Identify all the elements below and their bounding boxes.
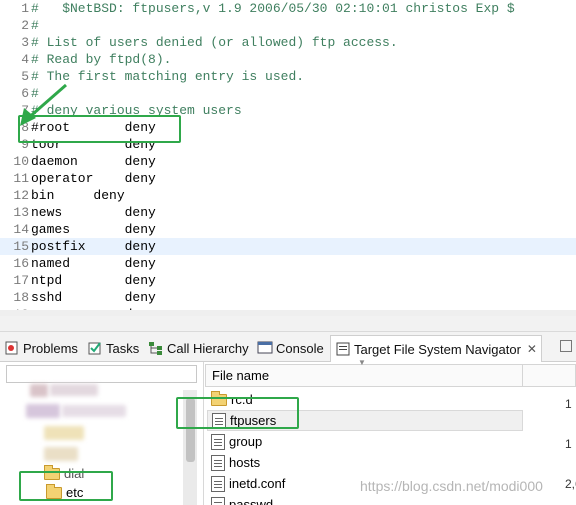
- line-text: # $NetBSD: ftpusers,v 1.9 2006/05/30 02:…: [31, 1, 515, 16]
- file-icon: [211, 496, 225, 505]
- sort-indicator-icon: ▼: [358, 358, 366, 367]
- editor-line[interactable]: 15 postfix deny: [0, 238, 576, 255]
- line-text: operator deny: [31, 171, 156, 186]
- blurred-tree-item: [26, 404, 60, 418]
- minimize-button[interactable]: [560, 340, 572, 352]
- file-name: inetd.conf: [229, 476, 286, 491]
- problems-icon: [4, 340, 20, 356]
- line-text: games deny: [31, 222, 156, 237]
- line-text: named deny: [31, 256, 156, 271]
- file-icon: [211, 433, 225, 450]
- line-text: #: [31, 18, 39, 33]
- view-tab-bar: Problems Tasks Call Hierarchy Console Ta…: [0, 332, 576, 362]
- file-name: passwd: [229, 497, 274, 505]
- text-editor[interactable]: 1 # $NetBSD: ftpusers,v 1.9 2006/05/30 02…: [0, 0, 576, 316]
- line-number: 12: [13, 188, 29, 203]
- tab-label: Tasks: [106, 340, 140, 356]
- console-icon: [257, 340, 273, 356]
- line-text: # List of users denied (or allowed) ftp …: [31, 35, 398, 50]
- line-text: news deny: [31, 205, 156, 220]
- editor-line[interactable]: 5 # The first matching entry is used.: [0, 68, 576, 85]
- tree-filter-input[interactable]: [6, 365, 197, 383]
- column-header-file-name[interactable]: File name: [205, 364, 523, 387]
- line-number: 3: [21, 35, 29, 50]
- editor-line[interactable]: 11 operator deny: [0, 170, 576, 187]
- file-name: group: [229, 434, 263, 449]
- side-value: 2,6: [565, 477, 576, 491]
- column-header-extra[interactable]: [523, 364, 576, 387]
- line-number: 15: [13, 239, 29, 254]
- file-row[interactable]: group: [207, 431, 523, 452]
- line-number: 14: [13, 222, 29, 237]
- line-number: 18: [13, 290, 29, 305]
- line-text: postfix deny: [31, 239, 156, 254]
- line-number: 5: [21, 69, 29, 84]
- highlight-box-ftpusers: [176, 397, 299, 429]
- editor-line[interactable]: 2 #: [0, 17, 576, 34]
- line-text: ntpd deny: [31, 273, 156, 288]
- tasks-icon: [87, 340, 103, 356]
- blurred-tree-item: [44, 426, 84, 440]
- editor-line[interactable]: 10 daemon deny: [0, 153, 576, 170]
- blurred-tree-item: [62, 405, 126, 417]
- editor-line[interactable]: 13 news deny: [0, 204, 576, 221]
- file-row[interactable]: passwd: [207, 494, 523, 505]
- highlight-box-root-line: [18, 115, 181, 143]
- line-number: 17: [13, 273, 29, 288]
- side-value: 1: [565, 437, 572, 451]
- line-number: 2: [21, 18, 29, 33]
- line-text: # Read by ftpd(8).: [31, 52, 172, 67]
- editor-line[interactable]: 17 ntpd deny: [0, 272, 576, 289]
- line-number: 4: [21, 52, 29, 67]
- editor-line[interactable]: 18 sshd deny: [0, 289, 576, 306]
- editor-line[interactable]: 16 named deny: [0, 255, 576, 272]
- blurred-tree-item: [30, 384, 48, 397]
- line-number: 1: [21, 1, 29, 16]
- highlight-box-etc: [19, 471, 113, 501]
- navigator-icon: [335, 341, 351, 357]
- line-number: 11: [13, 171, 29, 186]
- blurred-tree-item: [50, 384, 98, 396]
- view-sash[interactable]: [0, 316, 576, 332]
- editor-line[interactable]: 6 #: [0, 85, 576, 102]
- tab-label: Problems: [23, 340, 78, 356]
- file-icon: [211, 475, 225, 492]
- editor-line[interactable]: 12 bin deny: [0, 187, 576, 204]
- line-text: sshd deny: [31, 290, 156, 305]
- close-icon[interactable]: ✕: [527, 342, 537, 356]
- line-number: 16: [13, 256, 29, 271]
- tab-tasks[interactable]: Tasks: [87, 336, 139, 360]
- editor-line[interactable]: 1 # $NetBSD: ftpusers,v 1.9 2006/05/30 02…: [0, 0, 576, 17]
- line-number: 10: [13, 154, 29, 169]
- editor-line[interactable]: 3 # List of users denied (or allowed) ftp…: [0, 34, 576, 51]
- line-text: # The first matching entry is used.: [31, 69, 305, 84]
- tab-label: Console: [276, 340, 324, 356]
- side-value: 1: [565, 397, 572, 411]
- file-icon: [211, 454, 225, 471]
- file-name: hosts: [229, 455, 261, 470]
- file-row[interactable]: hosts: [207, 452, 523, 473]
- tab-label: Call Hierarchy: [167, 340, 249, 356]
- line-text: #: [31, 86, 39, 101]
- tab-problems[interactable]: Problems: [4, 336, 78, 360]
- tab-call-hierarchy[interactable]: Call Hierarchy: [148, 336, 249, 360]
- line-number: 6: [21, 86, 29, 101]
- tab-console[interactable]: Console: [257, 336, 324, 360]
- line-text: bin deny: [31, 188, 125, 203]
- watermark: https://blog.csdn.net/modi000: [360, 478, 543, 494]
- blurred-tree-item: [44, 447, 78, 461]
- editor-line[interactable]: 4 # Read by ftpd(8).: [0, 51, 576, 68]
- tab-label: Target File System Navigator: [354, 341, 521, 357]
- call-hierarchy-icon: [148, 340, 164, 356]
- line-number: 13: [13, 205, 29, 220]
- line-text: daemon deny: [31, 154, 156, 169]
- editor-line[interactable]: 14 games deny: [0, 221, 576, 238]
